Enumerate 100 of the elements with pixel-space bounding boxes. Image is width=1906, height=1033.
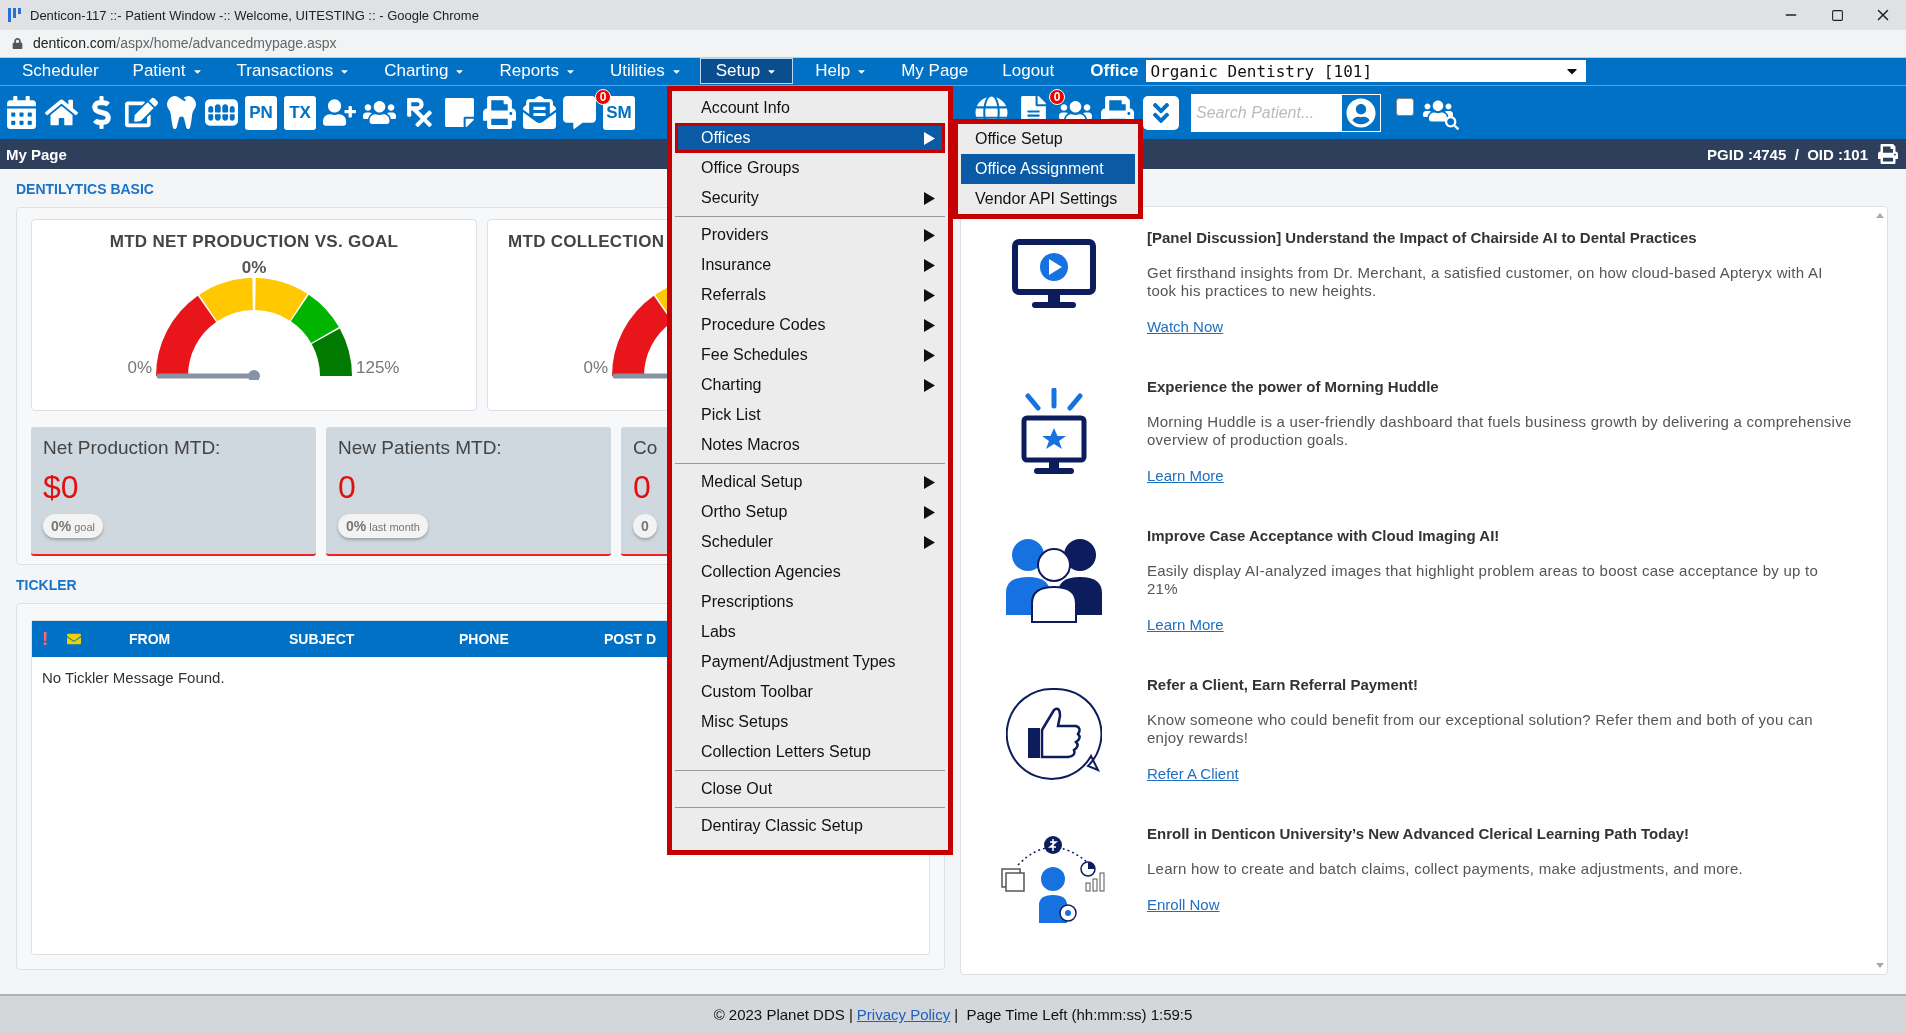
priority-header: !	[42, 628, 49, 651]
article-body: Morning Huddle is a user-friendly dashboard that fuels business growth by delivering a comprehensive overview of production goals.	[1147, 413, 1853, 450]
timer-text: | Page Time Left (hh:mm:ss) 1:59:5	[954, 1006, 1193, 1024]
menu-option[interactable]: Dentiray Classic Setup	[675, 811, 945, 841]
stat-value: 0	[338, 469, 356, 507]
count-badge: 0	[595, 89, 611, 106]
gauge-min-label: 0%	[126, 358, 152, 379]
double-chevron-button[interactable]	[1143, 95, 1179, 130]
menu-option[interactable]: Office Setup	[961, 124, 1135, 154]
tooth-icon[interactable]	[165, 96, 198, 130]
calendar-icon[interactable]	[5, 96, 38, 130]
menu-option[interactable]: Charting	[675, 370, 945, 400]
stat-pill: 0% goal	[43, 514, 104, 539]
edit-icon[interactable]	[125, 96, 158, 130]
menu-item[interactable]: Scheduler	[6, 58, 115, 85]
lock-icon	[12, 37, 23, 49]
article-link[interactable]: Learn More	[1147, 467, 1224, 485]
menu-item[interactable]: Setup	[699, 58, 794, 85]
stat-pill: 0	[633, 514, 657, 539]
menu-option[interactable]: Medical Setup	[675, 467, 945, 497]
menu-item[interactable]: Transactions	[220, 58, 367, 85]
menu-option[interactable]: Custom Toolbar	[675, 677, 945, 707]
message-icon[interactable]	[563, 96, 596, 130]
pn-button[interactable]: PN	[245, 95, 277, 130]
article-link[interactable]: Refer A Client	[1147, 765, 1239, 783]
menu-option[interactable]: Office Assignment	[961, 154, 1135, 184]
user-icon	[1346, 97, 1376, 128]
menu-item[interactable]: Reports	[483, 58, 592, 85]
column-header[interactable]: POST D	[604, 631, 657, 648]
empty-message: No Tickler Message Found.	[42, 669, 225, 687]
menu-option[interactable]: Insurance	[675, 250, 945, 280]
stat-label: New Patients MTD:	[338, 437, 502, 460]
article-title: Refer a Client, Earn Referral Payment!	[1147, 676, 1418, 694]
print-icon[interactable]	[1878, 144, 1898, 165]
note-icon[interactable]	[443, 96, 476, 130]
menu-item[interactable]: Utilities	[594, 58, 698, 85]
gauge-min-label: 0%	[582, 358, 608, 379]
office-label: Office	[1090, 61, 1139, 82]
column-header[interactable]: SUBJECT	[289, 631, 355, 648]
menu-option[interactable]: Offices	[675, 123, 945, 153]
url-text[interactable]: denticon.com/aspx/home/advancedmypage.aspx	[33, 35, 337, 52]
tx-button[interactable]: TX	[284, 95, 316, 130]
section-title: DENTILYTICS BASIC	[16, 181, 154, 200]
menu-item[interactable]: Charting	[368, 58, 482, 85]
section-title: TICKLER	[16, 577, 77, 596]
window-title: Denticon-117 ::- Patient Window -:: Welcome, UITESTING :: - Google Chrome	[30, 7, 480, 23]
article-title: Improve Case Acceptance with Cloud Imaging AI!	[1147, 527, 1500, 545]
checkbox[interactable]	[1396, 97, 1414, 116]
printer-icon[interactable]	[483, 96, 516, 130]
stat-value: $0	[43, 469, 79, 507]
menu-option[interactable]: Account Info	[675, 93, 945, 123]
menu-option[interactable]: Collection Agencies	[675, 557, 945, 587]
menu-item[interactable]: Help	[799, 58, 884, 85]
stat-label: Net Production MTD:	[43, 437, 221, 460]
article-title: Enroll in Denticon University’s New Advanced Clerical Learning Path Today!	[1147, 825, 1690, 843]
maximize-icon[interactable]	[1830, 8, 1844, 22]
gauge-title: MTD COLLECTION	[508, 232, 665, 253]
menu-option[interactable]: Office Groups	[675, 153, 945, 183]
thumbs-up-bubble-icon	[1006, 686, 1102, 783]
patient-search-field[interactable]: Search Patient...	[1191, 93, 1341, 132]
office-select[interactable]: Organic Dentistry [101]	[1146, 60, 1587, 83]
article-body: Easily display AI-analyzed images that highlight problem areas to boost case acceptance by up to 21%	[1147, 562, 1820, 599]
menu-option[interactable]: Close Out	[675, 774, 945, 804]
column-header[interactable]: PHONE	[459, 631, 509, 648]
article-title: [Panel Discussion] Understand the Impact of Chairside AI to Dental Practices	[1147, 229, 1697, 247]
count-badge: 0	[1049, 89, 1065, 106]
menu-option[interactable]: Scheduler	[675, 527, 945, 557]
mail-icon[interactable]	[523, 96, 556, 130]
menu-option[interactable]: Pick List	[675, 400, 945, 430]
copyright-text: © 2023 Planet DDS |	[713, 1006, 853, 1024]
menu-item[interactable]: Logout	[986, 58, 1071, 85]
menu-option[interactable]: Procedure Codes	[675, 310, 945, 340]
menu-option[interactable]: Security	[675, 183, 945, 213]
menu-option[interactable]: Labs	[675, 617, 945, 647]
menu-option[interactable]: Prescriptions	[675, 587, 945, 617]
page-ids: PGID :4745 / OID :101	[1707, 145, 1868, 163]
menu-option[interactable]: Notes Macros	[675, 430, 945, 460]
article-link[interactable]: Watch Now	[1147, 318, 1224, 336]
article-link[interactable]: Learn More	[1147, 616, 1224, 634]
article-link[interactable]: Enroll Now	[1147, 896, 1220, 914]
gauge-title: MTD NET PRODUCTION VS. GOAL	[109, 232, 399, 253]
privacy-link[interactable]: Privacy Policy	[856, 1006, 951, 1024]
menu-option[interactable]: Providers	[675, 220, 945, 250]
column-header[interactable]: FROM	[129, 631, 171, 648]
menu-option[interactable]: Vendor API Settings	[961, 184, 1135, 214]
page-title: My Page	[6, 145, 67, 163]
menu-option[interactable]: Misc Setups	[675, 707, 945, 737]
menu-item[interactable]: Patient	[116, 58, 219, 85]
envelope-icon	[67, 632, 81, 647]
article-body: Get firsthand insights from Dr. Merchant, a satisfied customer, on how cloud-based Apteryx with AI took his practices to new heights.	[1147, 264, 1824, 301]
stat-pill: 0% last month	[338, 514, 428, 539]
user-search-button[interactable]	[1341, 93, 1381, 132]
menu-option[interactable]: Fee Schedules	[675, 340, 945, 370]
article-title: Experience the power of Morning Huddle	[1147, 378, 1439, 396]
menu-option[interactable]: Referrals	[675, 280, 945, 310]
menu-item[interactable]: My Page	[885, 58, 985, 85]
article-body: Know someone who could benefit from our exceptional solution? Refer them and both of you can enjoy rewards!	[1147, 711, 1814, 748]
menu-option[interactable]: Ortho Setup	[675, 497, 945, 527]
menu-option[interactable]: Collection Letters Setup	[675, 737, 945, 767]
menu-option[interactable]: Payment/Adjustment Types	[675, 647, 945, 677]
